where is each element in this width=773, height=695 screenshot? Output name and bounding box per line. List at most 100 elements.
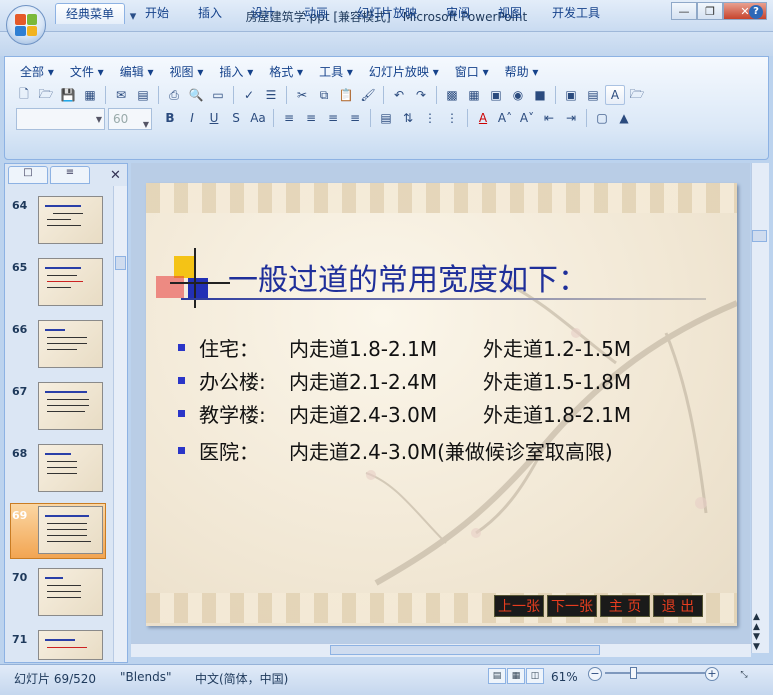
tab-slides[interactable]: □ (8, 166, 48, 184)
slide-thumbnail[interactable] (38, 320, 103, 368)
pane-scroll-thumb[interactable] (115, 256, 126, 270)
zoom-level[interactable]: 61% (551, 670, 578, 684)
shrink-font-icon[interactable]: A˅ (517, 108, 537, 128)
spelling-icon[interactable]: ✓ (239, 85, 259, 105)
tab-classic-menu[interactable]: 经典菜单 (55, 3, 126, 24)
vertical-scroll-thumb[interactable] (752, 230, 767, 242)
font-name-select[interactable]: ▼ (16, 108, 105, 130)
new-slide-icon[interactable]: ▣ (561, 85, 581, 105)
chart-icon[interactable]: ▩ (442, 85, 462, 105)
layout-icon[interactable]: ▤ (583, 85, 603, 105)
slide-thumbnail[interactable] (38, 258, 103, 306)
tab-animation[interactable]: 动画 (294, 3, 338, 24)
slide-thumbnail-selected[interactable] (38, 506, 103, 554)
grow-font-icon[interactable]: A˄ (495, 108, 515, 128)
tab-view[interactable]: 视图 (488, 3, 532, 24)
slide-canvas[interactable]: 一般过道的常用宽度如下： 住宅： 内走道1.8-2.1M 外走道1.2-1.5M… (146, 183, 737, 626)
print-icon[interactable]: ⎙ (164, 85, 184, 105)
underline-icon[interactable]: U (204, 108, 224, 128)
home-button[interactable]: 主 页 (600, 595, 650, 617)
columns-icon[interactable]: ▤ (376, 108, 396, 128)
redo-icon[interactable]: ↷ (411, 85, 431, 105)
bullets-icon[interactable]: ⋮ (420, 108, 440, 128)
menu-format[interactable]: 格式 ▾ (261, 63, 311, 81)
new-icon[interactable]: 🗋 (14, 85, 34, 105)
restore-icon[interactable]: ❐ (697, 2, 723, 20)
pdf-icon[interactable]: ▤ (133, 85, 153, 105)
menu-all[interactable]: 全部 ▾ (12, 63, 62, 81)
menu-view[interactable]: 视图 ▾ (162, 63, 212, 81)
menu-insert[interactable]: 插入 ▾ (211, 63, 261, 81)
align-right-icon[interactable]: ≡ (323, 108, 343, 128)
help-icon[interactable]: ? (749, 5, 763, 19)
slideshow-view-icon[interactable]: ◫ (526, 668, 544, 684)
close-icon[interactable]: ✕ (110, 168, 121, 183)
italic-icon[interactable]: I (182, 108, 202, 128)
copy-icon[interactable]: ⧉ (314, 85, 334, 105)
undo-icon[interactable]: ↶ (389, 85, 409, 105)
menu-file[interactable]: 文件 ▾ (62, 63, 112, 81)
change-case-icon[interactable]: Aa (248, 108, 268, 128)
tab-slideshow[interactable]: 幻灯片放映 (347, 3, 427, 24)
tab-outline[interactable]: ≡ (50, 166, 90, 184)
slide-thumbnail[interactable] (38, 568, 103, 616)
research-icon[interactable]: ☰ (261, 85, 281, 105)
language-status[interactable]: 中文(简体，中国) (195, 670, 288, 687)
zoom-out-icon[interactable]: − (588, 667, 602, 681)
prev-slide-button[interactable]: 上一张 (494, 595, 544, 617)
shadow-icon[interactable]: S (226, 108, 246, 128)
office-button[interactable] (6, 5, 46, 45)
format-painter-icon[interactable]: 🖌 (358, 85, 378, 105)
slide-thumbnail[interactable] (38, 630, 103, 660)
page-nav-arrows-icon[interactable]: ▲ ▲ ▼ ▼ (753, 612, 760, 652)
fit-to-window-icon[interactable]: ⤡ (735, 668, 753, 684)
justify-icon[interactable]: ≡ (345, 108, 365, 128)
open-icon[interactable]: 🗁 (36, 85, 56, 105)
slide-thumbnail[interactable] (38, 196, 103, 244)
exit-button[interactable]: 退 出 (653, 595, 703, 617)
tab-insert[interactable]: 插入 (188, 3, 232, 24)
print-preview-icon[interactable]: 🔍 (186, 85, 206, 105)
menu-edit[interactable]: 编辑 ▾ (112, 63, 162, 81)
save-icon[interactable]: 💾 (58, 85, 78, 105)
view-icon[interactable]: ▭ (208, 85, 228, 105)
bold-icon[interactable]: B (160, 108, 180, 128)
decrease-indent-icon[interactable]: ⇤ (539, 108, 559, 128)
slide-thumbnail[interactable] (38, 382, 103, 430)
text-box-icon[interactable]: A (605, 85, 625, 105)
slide-sorter-icon[interactable]: ▦ (507, 668, 525, 684)
normal-view-icon[interactable]: ▤ (488, 668, 506, 684)
font-size-select[interactable]: 60 ▼ (108, 108, 152, 130)
tab-developer[interactable]: 开发工具 (542, 3, 610, 24)
tab-review[interactable]: 审阅 (436, 3, 480, 24)
slide-thumbnail[interactable] (38, 444, 103, 492)
menu-tools[interactable]: 工具 ▾ (311, 63, 361, 81)
horizontal-scroll-thumb[interactable] (330, 645, 600, 655)
menu-help[interactable]: 帮助 ▾ (497, 63, 547, 81)
tab-design[interactable]: 设计 (241, 3, 285, 24)
text-direction-icon[interactable]: ⇅ (398, 108, 418, 128)
menu-window[interactable]: 窗口 ▾ (447, 63, 497, 81)
grayscale-icon[interactable]: ■ (530, 85, 550, 105)
cut-icon[interactable]: ✂ (292, 85, 312, 105)
table-icon[interactable]: ▦ (464, 85, 484, 105)
menu-slideshow[interactable]: 幻灯片放映 ▾ (361, 63, 447, 81)
increase-indent-icon[interactable]: ⇥ (561, 108, 581, 128)
zoom-slider[interactable] (605, 672, 705, 674)
shapes-icon[interactable]: ▢ (592, 108, 612, 128)
tab-home[interactable]: 开始 (135, 3, 179, 24)
permission-icon[interactable]: ▦ (80, 85, 100, 105)
arrange-icon[interactable]: ▲ (614, 108, 634, 128)
align-center-icon[interactable]: ≡ (301, 108, 321, 128)
minimize-icon[interactable]: — (671, 2, 697, 20)
email-icon[interactable]: ✉ (111, 85, 131, 105)
paste-icon[interactable]: 📋 (336, 85, 356, 105)
font-color-icon[interactable]: A (473, 108, 493, 128)
zoom-slider-knob[interactable] (630, 667, 637, 679)
zoom-in-icon[interactable]: + (705, 667, 719, 681)
align-left-icon[interactable]: ≡ (279, 108, 299, 128)
color-icon[interactable]: ◉ (508, 85, 528, 105)
picture-icon[interactable]: ▣ (486, 85, 506, 105)
next-slide-button[interactable]: 下一张 (547, 595, 597, 617)
numbering-icon[interactable]: ⋮ (442, 108, 462, 128)
